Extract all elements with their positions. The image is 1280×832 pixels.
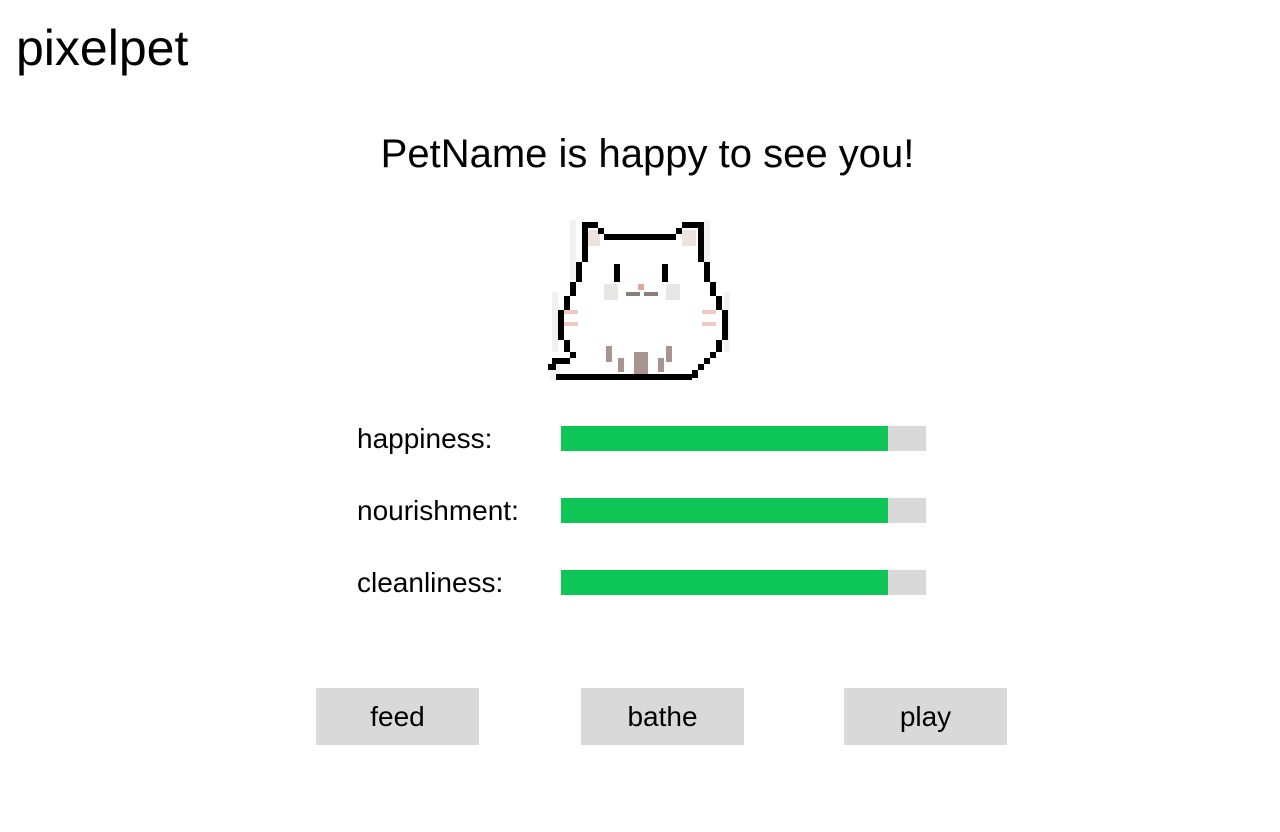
stat-row-nourishment: nourishment:	[357, 495, 937, 526]
cleanliness-bar-fill	[561, 570, 889, 595]
pet-greeting: PetName is happy to see you!	[380, 132, 915, 176]
app-title: pixelpet	[16, 20, 189, 76]
cleanliness-bar	[561, 570, 926, 595]
pixel-cat-icon	[548, 220, 730, 380]
happiness-bar	[561, 426, 926, 451]
stat-label-cleanliness: cleanliness:	[357, 567, 504, 598]
bathe-button[interactable]: bathe	[581, 688, 744, 745]
play-button[interactable]: play	[844, 688, 1007, 745]
happiness-bar-fill	[561, 426, 889, 451]
stat-label-happiness: happiness:	[357, 423, 493, 454]
stat-row-cleanliness: cleanliness:	[357, 567, 937, 598]
stat-label-nourishment: nourishment:	[357, 495, 519, 526]
feed-button[interactable]: feed	[316, 688, 479, 745]
nourishment-bar	[561, 498, 926, 523]
app-root: pixelpet PetName is happy to see you! ha…	[0, 0, 1280, 832]
nourishment-bar-fill	[561, 498, 889, 523]
stat-row-happiness: happiness:	[357, 423, 937, 454]
